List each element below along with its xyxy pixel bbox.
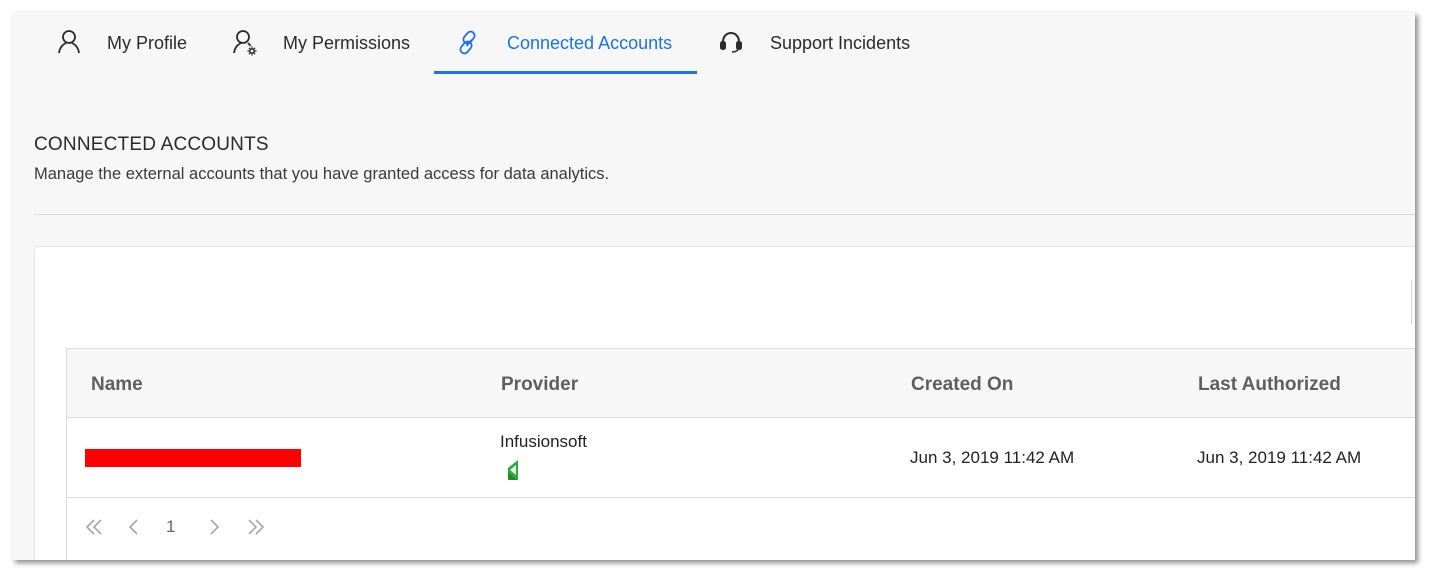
tab-my-profile[interactable]: My Profile	[56, 12, 187, 74]
pagination: 1	[67, 498, 1415, 558]
table-row[interactable]: Infusionsoft Jun 3, 2019 11:42 AM Jun 3,…	[67, 418, 1415, 498]
previous-page-icon[interactable]	[127, 518, 141, 536]
tab-label: Connected Accounts	[507, 32, 673, 53]
redacted-account-name	[85, 449, 301, 467]
tab-label: My Permissions	[283, 32, 411, 53]
tab-label: Support Incidents	[770, 32, 911, 53]
person-gear-icon	[232, 28, 258, 58]
column-header-provider[interactable]: Provider	[501, 374, 578, 396]
connected-accounts-table: Name Provider Created On Last Authorized…	[66, 348, 1415, 560]
infusionsoft-logo	[508, 460, 518, 480]
section-title: CONNECTED ACCOUNTS	[34, 134, 269, 155]
tab-support-incidents[interactable]: Support Incidents	[718, 12, 910, 74]
headset-icon	[718, 28, 744, 58]
column-header-created-on[interactable]: Created On	[911, 374, 1013, 396]
last-page-icon[interactable]	[246, 518, 266, 536]
person-icon	[56, 28, 82, 58]
active-tab-indicator	[434, 71, 697, 74]
created-on-cell: Jun 3, 2019 11:42 AM	[910, 448, 1075, 467]
first-page-icon[interactable]	[84, 518, 104, 536]
table-header: Name Provider Created On Last Authorized	[67, 349, 1415, 418]
toolbar-edge	[1411, 280, 1415, 324]
section-divider	[34, 214, 1415, 215]
current-page-number[interactable]: 1	[166, 517, 175, 537]
column-header-last-authorized[interactable]: Last Authorized	[1198, 374, 1341, 396]
link-icon	[456, 28, 482, 58]
section-subtitle: Manage the external accounts that you ha…	[34, 165, 610, 183]
account-settings-window: My Profile My Permissions Connected Acco…	[12, 12, 1415, 560]
last-authorized-cell: Jun 3, 2019 11:42 AM	[1197, 448, 1362, 467]
provider-name: Infusionsoft	[500, 432, 587, 451]
tab-connected-accounts[interactable]: Connected Accounts	[456, 12, 672, 74]
next-page-icon[interactable]	[207, 518, 221, 536]
tab-bar: My Profile My Permissions Connected Acco…	[12, 12, 1415, 76]
tab-label: My Profile	[107, 32, 188, 53]
column-header-name[interactable]: Name	[91, 374, 143, 396]
tab-my-permissions[interactable]: My Permissions	[232, 12, 410, 74]
